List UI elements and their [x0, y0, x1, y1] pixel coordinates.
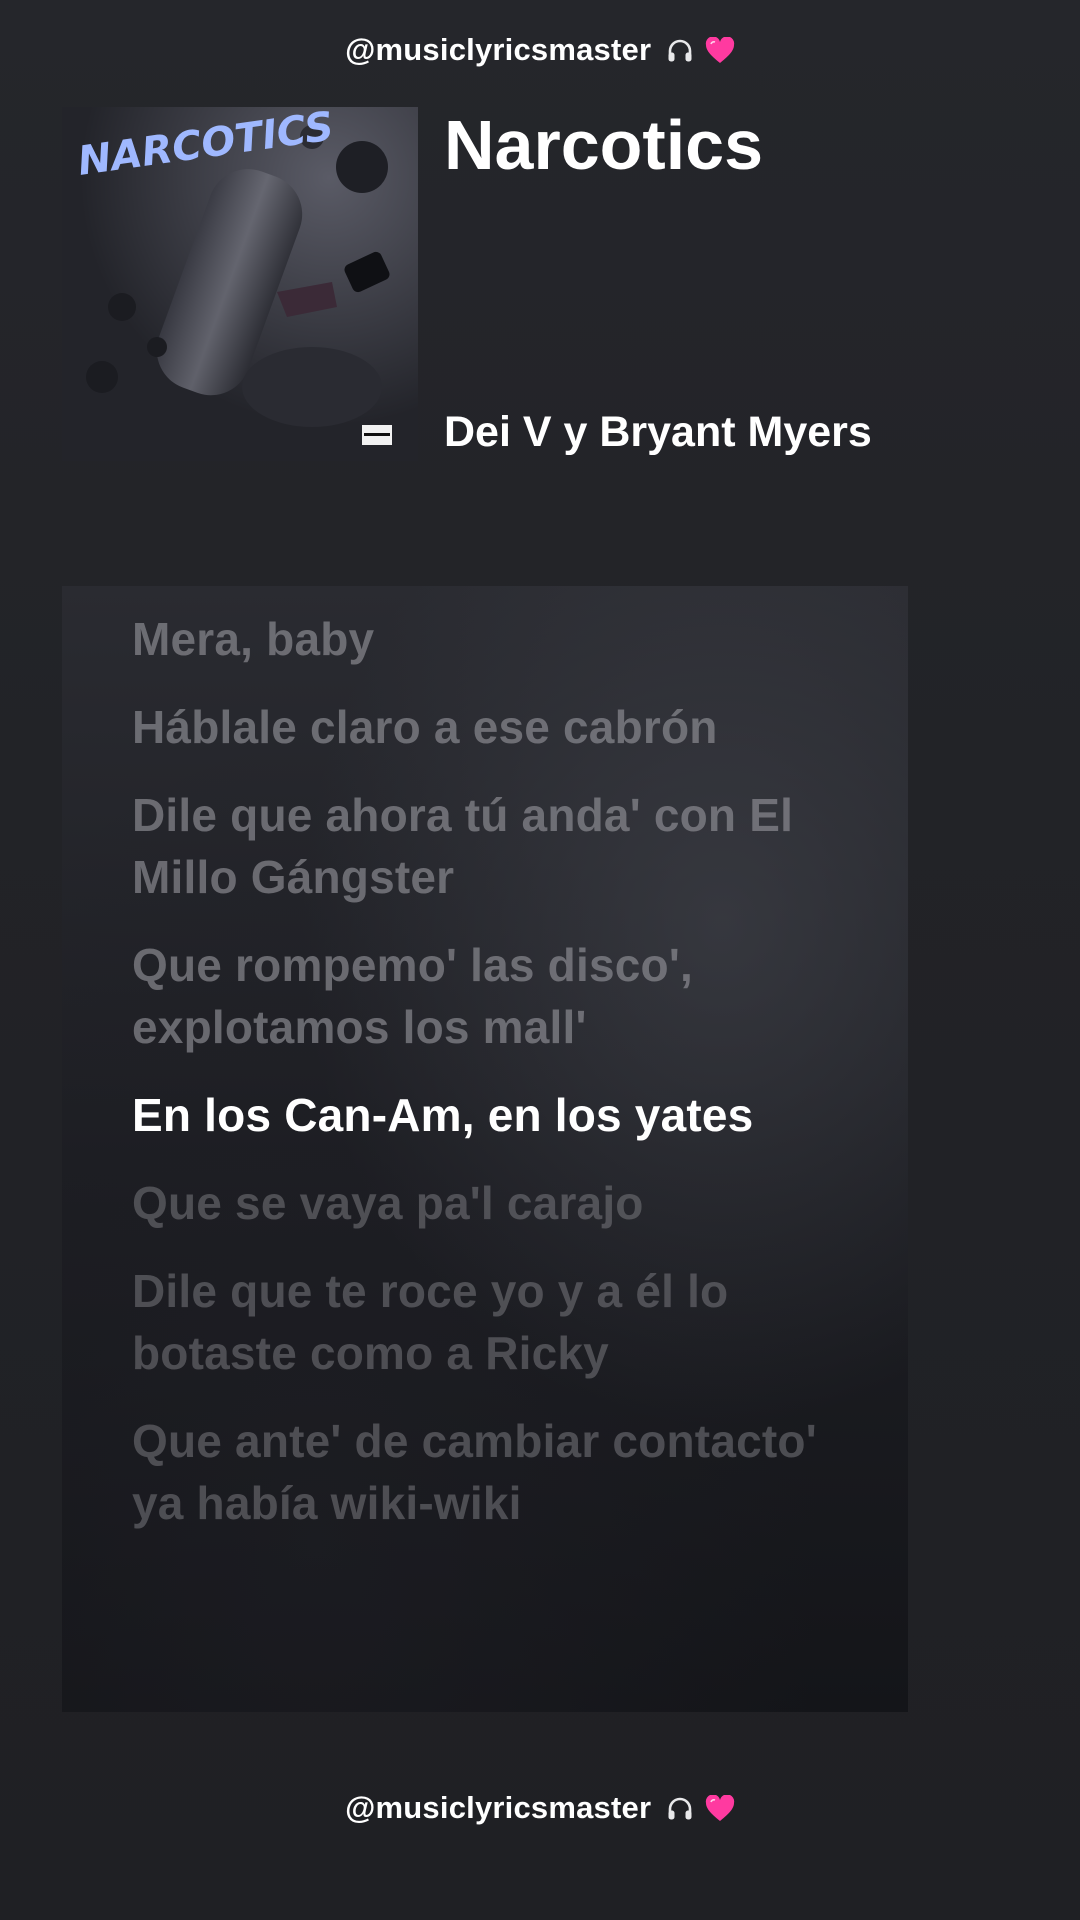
album-cover: NARCOTICS	[62, 107, 418, 461]
lyric-line[interactable]: Háblale claro a ese cabrón	[132, 696, 852, 758]
pink-heart-icon	[705, 36, 735, 65]
watermark-handle: @musiclyricsmaster	[345, 32, 652, 67]
lyric-line-active[interactable]: En los Can-Am, en los yates	[132, 1084, 852, 1146]
lyrics-panel: Mera, baby Háblale claro a ese cabrón Di…	[62, 586, 908, 1712]
lyric-line[interactable]: Dile que te roce yo y a él lo botaste co…	[132, 1260, 852, 1384]
lyric-line[interactable]: Que rompemo' las disco', explotamos los …	[132, 934, 852, 1058]
watermark-bottom: @musiclyricsmaster	[0, 1790, 1080, 1826]
lyric-line[interactable]: Dile que ahora tú anda' con El Millo Gán…	[132, 784, 852, 908]
watermark-handle: @musiclyricsmaster	[345, 1790, 652, 1825]
lyric-line[interactable]: Mera, baby	[132, 608, 852, 670]
lyric-line[interactable]: Que se vaya pa'l carajo	[132, 1172, 852, 1234]
lyrics-screen: @musiclyricsmaster NARCOTICS Narcotics D…	[0, 0, 1080, 1920]
album-cover-art: NARCOTICS	[62, 107, 418, 461]
headphones-icon	[666, 37, 694, 65]
song-title: Narcotics	[444, 106, 764, 184]
artist-name: Dei V y Bryant Myers	[444, 408, 872, 456]
watermark-top: @musiclyricsmaster	[0, 32, 1080, 68]
lyrics-list: Mera, baby Háblale claro a ese cabrón Di…	[132, 608, 852, 1560]
headphones-icon	[666, 1795, 694, 1823]
lyric-line[interactable]: Que ante' de cambiar contacto' ya había …	[132, 1410, 852, 1534]
pink-heart-icon	[705, 1794, 735, 1823]
